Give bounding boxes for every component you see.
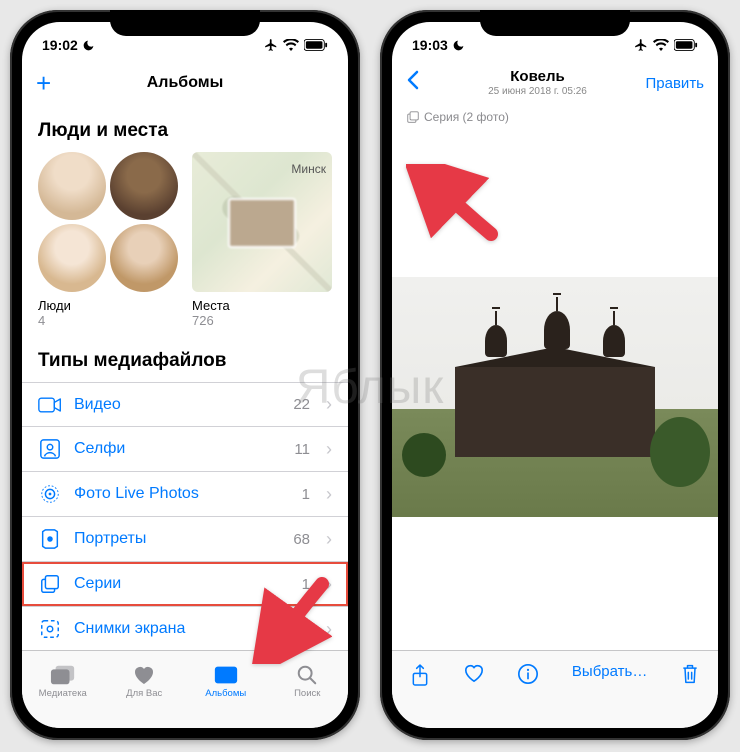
select-button[interactable]: Выбрать… xyxy=(572,663,647,680)
chevron-right-icon: › xyxy=(326,619,332,640)
albums-icon xyxy=(213,664,239,686)
airplane-icon xyxy=(264,38,278,52)
foryou-icon xyxy=(132,664,156,686)
tab-foryou[interactable]: Для Вас xyxy=(104,651,186,712)
media-type-selfie[interactable]: Селфи 11 › xyxy=(22,427,348,472)
battery-icon xyxy=(674,39,698,51)
chevron-right-icon: › xyxy=(326,439,332,460)
tab-search[interactable]: Поиск xyxy=(267,651,349,712)
face-thumbnail xyxy=(110,224,178,292)
wifi-icon xyxy=(283,39,299,51)
row-count: 1 xyxy=(302,486,310,503)
share-button[interactable] xyxy=(410,663,430,692)
row-label: Видео xyxy=(74,396,281,414)
do-not-disturb-icon xyxy=(82,39,95,52)
places-label: Места xyxy=(192,298,332,313)
trash-button[interactable] xyxy=(680,663,700,690)
row-label: Серии xyxy=(74,575,290,593)
people-count: 4 xyxy=(38,313,178,328)
tab-label: Медиатека xyxy=(39,688,87,699)
section-people-places-header: Люди и места xyxy=(22,104,348,152)
tab-label: Альбомы xyxy=(205,688,246,699)
phone-left: 19:02 + Альбомы Люди и места xyxy=(10,10,360,740)
face-thumbnail xyxy=(110,152,178,220)
album-places[interactable]: Минск Места 726 xyxy=(192,152,332,328)
library-icon xyxy=(50,664,76,686)
add-button[interactable]: + xyxy=(36,68,66,99)
row-count: 22 xyxy=(293,396,310,413)
portrait-icon xyxy=(38,528,62,550)
chevron-right-icon: › xyxy=(326,484,332,505)
media-type-livephoto[interactable]: Фото Live Photos 1 › xyxy=(22,472,348,517)
church-photo xyxy=(392,277,718,517)
face-thumbnail xyxy=(38,224,106,292)
status-time: 19:02 xyxy=(42,37,78,53)
notch xyxy=(480,10,630,36)
row-count: 11 xyxy=(294,441,310,458)
screenshot-icon xyxy=(38,618,62,640)
row-label: Портреты xyxy=(74,530,281,548)
row-count: 1 xyxy=(302,576,310,593)
photo-toolbar: Выбрать… xyxy=(392,650,718,728)
row-count: 305 xyxy=(285,621,310,638)
face-thumbnail xyxy=(38,152,106,220)
map-city-label: Минск xyxy=(291,162,326,176)
media-type-screenshot[interactable]: Снимки экрана 305 › xyxy=(22,607,348,650)
row-label: Селфи xyxy=(74,440,282,458)
wifi-icon xyxy=(653,39,669,51)
chevron-right-icon: › xyxy=(326,529,332,550)
tab-albums[interactable]: Альбомы xyxy=(185,651,267,712)
album-people[interactable]: Люди 4 xyxy=(38,152,178,328)
edit-button[interactable]: Править xyxy=(639,75,704,92)
video-icon xyxy=(38,396,62,414)
media-type-video[interactable]: Видео 22 › xyxy=(22,383,348,427)
tab-label: Поиск xyxy=(294,688,320,699)
notch xyxy=(110,10,260,36)
phone-right: 19:03 Ковель 25 июня 2018 г. 05:26 Прави… xyxy=(380,10,730,740)
nav-title: Альбомы xyxy=(66,74,304,92)
media-type-burst[interactable]: Серии 1 › xyxy=(22,562,348,607)
do-not-disturb-icon xyxy=(452,39,465,52)
airplane-icon xyxy=(634,38,648,52)
photo-viewer[interactable] xyxy=(392,104,718,650)
chevron-right-icon: › xyxy=(326,394,332,415)
battery-icon xyxy=(304,39,328,51)
map-mini-photo xyxy=(228,198,296,248)
tab-label: Для Вас xyxy=(126,688,162,699)
row-label: Фото Live Photos xyxy=(74,485,290,503)
heart-button[interactable] xyxy=(463,663,485,688)
back-button[interactable] xyxy=(406,69,436,97)
info-button[interactable] xyxy=(517,663,539,690)
section-media-types-header: Типы медиафайлов xyxy=(22,334,348,382)
selfie-icon xyxy=(38,438,62,460)
nav-bar: Ковель 25 июня 2018 г. 05:26 Править xyxy=(392,62,718,104)
media-type-portrait[interactable]: Портреты 68 › xyxy=(22,517,348,562)
chevron-right-icon: › xyxy=(326,574,332,595)
row-label: Снимки экрана xyxy=(74,620,273,638)
nav-title: Ковель 25 июня 2018 г. 05:26 xyxy=(436,69,639,97)
search-icon xyxy=(296,664,318,686)
people-label: Люди xyxy=(38,298,178,313)
tab-library[interactable]: Медиатека xyxy=(22,651,104,712)
livephoto-icon xyxy=(38,483,62,505)
burst-icon xyxy=(38,573,62,595)
row-count: 68 xyxy=(293,531,310,548)
places-count: 726 xyxy=(192,313,332,328)
nav-bar: + Альбомы xyxy=(22,62,348,104)
status-time: 19:03 xyxy=(412,37,448,53)
